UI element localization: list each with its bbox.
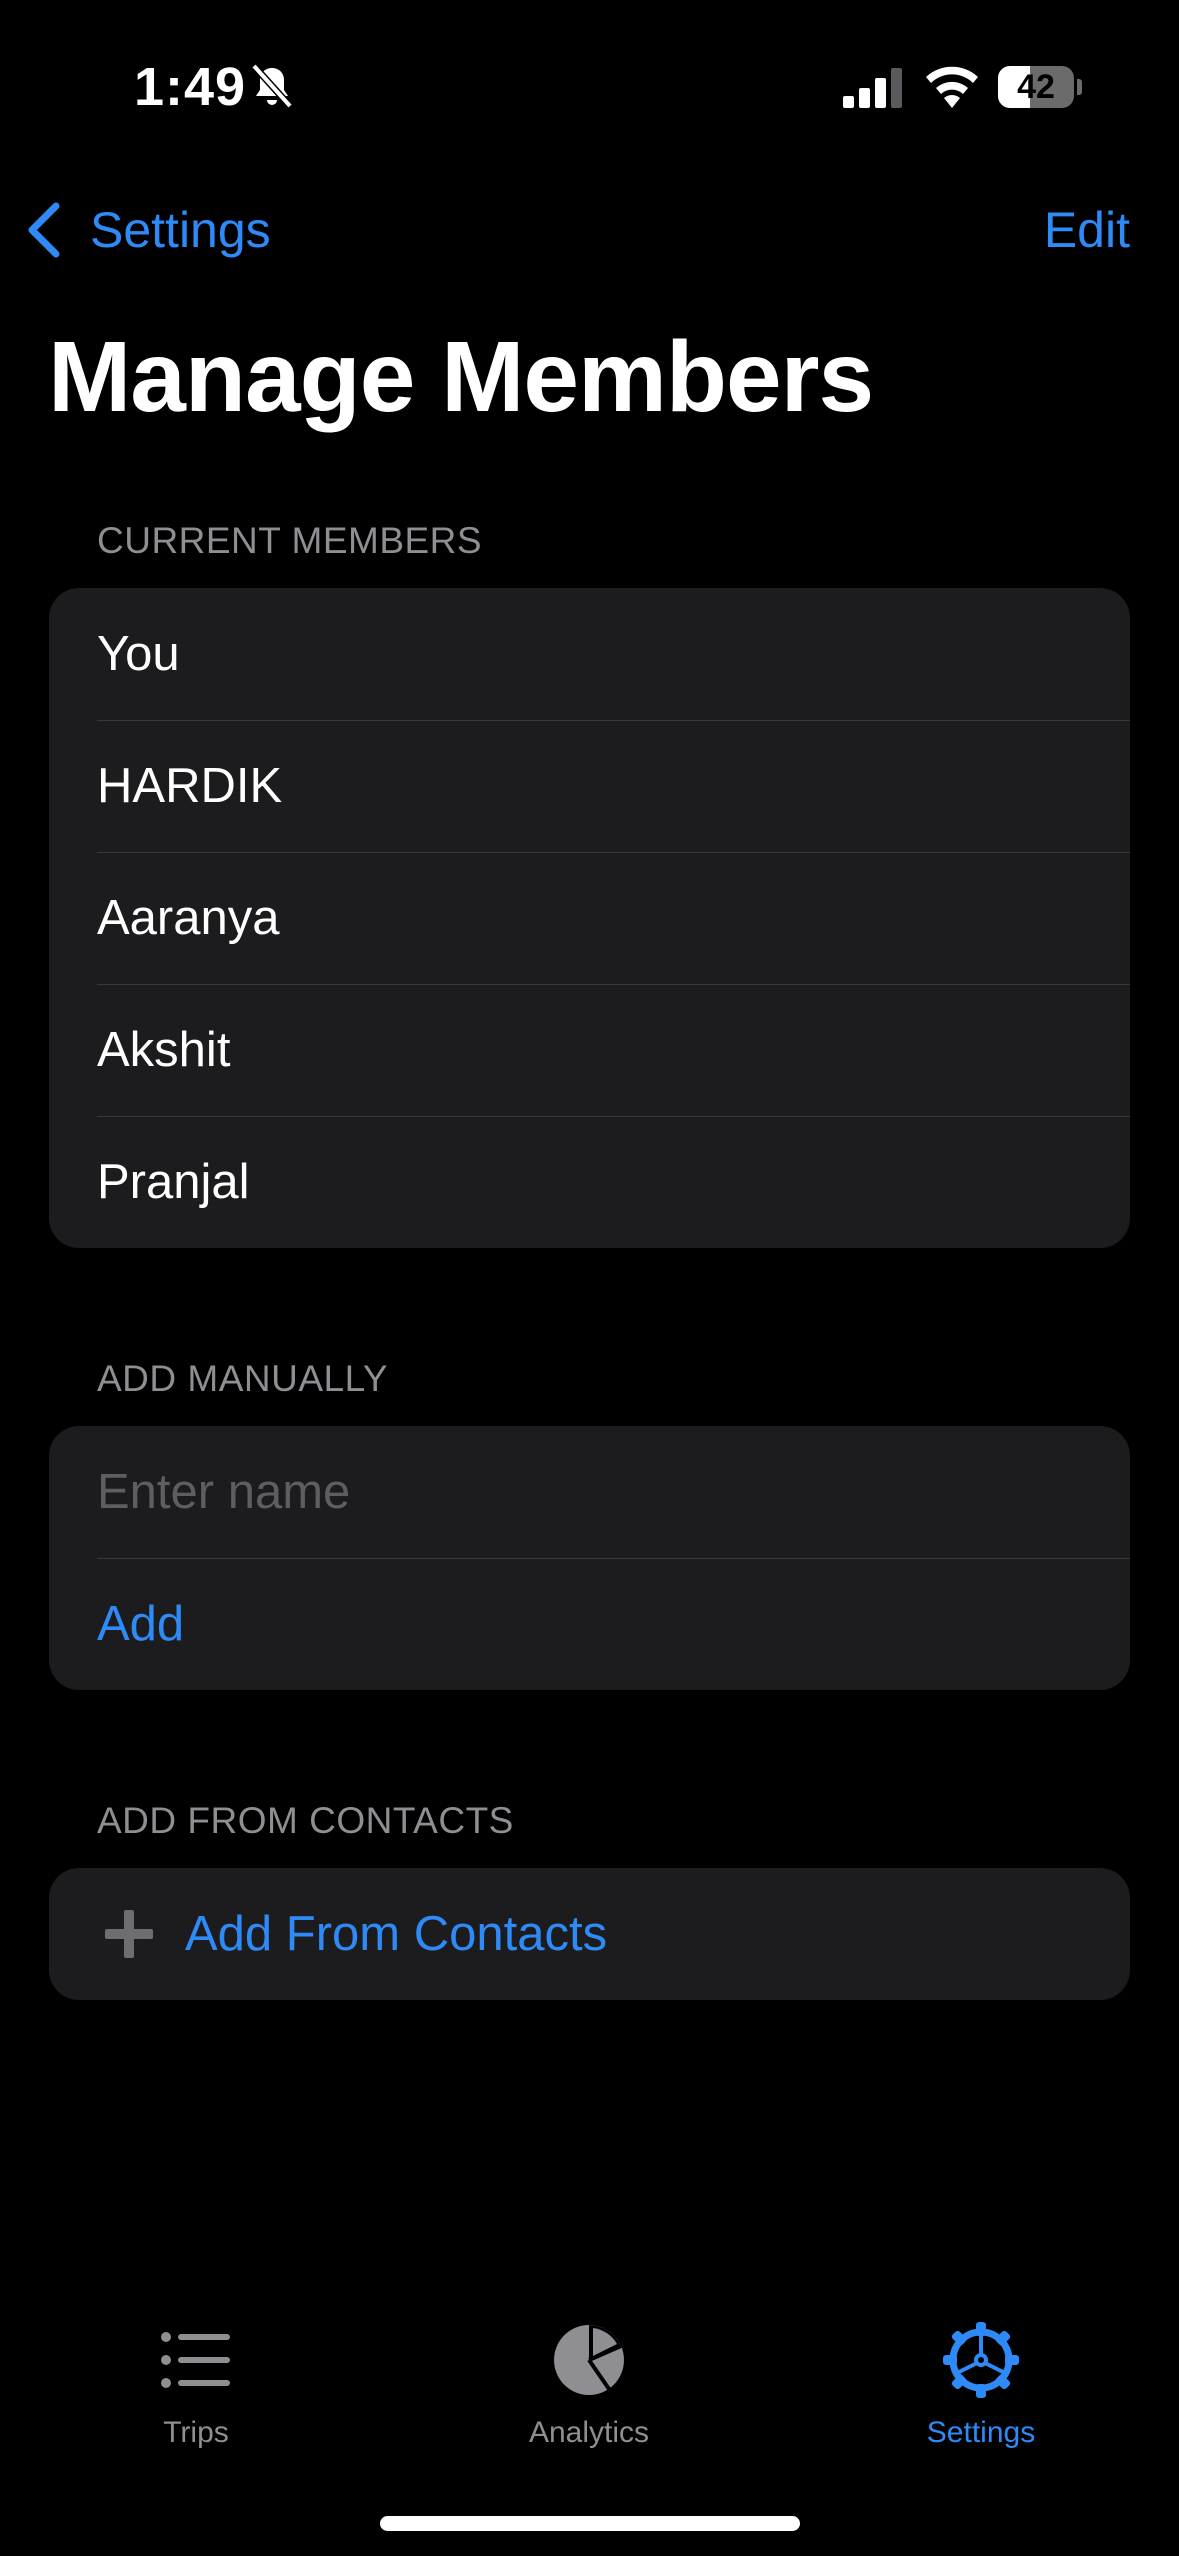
member-row[interactable]: Pranjal (49, 1116, 1130, 1248)
battery-icon: 42 (998, 66, 1082, 108)
current-members-list: You HARDIK Aaranya Akshit Pranjal (49, 588, 1130, 1248)
pie-chart-icon (554, 2325, 624, 2395)
bell-slash-icon (251, 63, 293, 109)
tab-trips-label: Trips (163, 2416, 229, 2449)
add-manually-group: Add (49, 1426, 1130, 1690)
wifi-icon (926, 66, 978, 108)
add-button[interactable]: Add (49, 1558, 1130, 1690)
battery-percentage: 42 (1017, 68, 1055, 106)
member-row[interactable]: HARDIK (49, 720, 1130, 852)
signal-icon (843, 68, 902, 108)
chevron-left-icon (28, 202, 60, 258)
tab-trips[interactable]: Trips (96, 2320, 296, 2480)
tab-settings[interactable]: Settings (881, 2320, 1081, 2480)
add-from-contacts-button[interactable]: Add From Contacts (49, 1868, 1130, 2000)
tab-analytics[interactable]: Analytics (489, 2320, 689, 2480)
list-icon (161, 2332, 230, 2388)
status-time: 1:49 (134, 57, 247, 117)
manage-members-screen: 1:49 42 Settings Edit Manage Members CUR… (0, 0, 1179, 2556)
back-button[interactable]: Settings (24, 190, 271, 270)
tab-settings-label: Settings (926, 2416, 1036, 2449)
name-input-row (49, 1426, 1130, 1558)
gear-icon (943, 2322, 1019, 2398)
status-bar: 1:49 42 (0, 0, 1179, 170)
section-header-add-from-contacts: ADD FROM CONTACTS (97, 1800, 514, 1841)
add-from-contacts-group: Add From Contacts (49, 1868, 1130, 2000)
home-indicator (380, 2516, 800, 2531)
add-from-contacts-label: Add From Contacts (185, 1907, 608, 1961)
section-header-add-manually: ADD MANUALLY (97, 1358, 389, 1399)
section-header-current-members: CURRENT MEMBERS (97, 520, 483, 561)
edit-button[interactable]: Edit (1044, 190, 1130, 270)
back-button-label: Settings (90, 202, 271, 258)
tab-analytics-label: Analytics (528, 2416, 650, 2449)
member-row[interactable]: You (49, 588, 1130, 720)
name-input[interactable] (97, 1426, 1130, 1558)
member-row[interactable]: Aaranya (49, 852, 1130, 984)
plus-icon (105, 1910, 153, 1958)
page-title: Manage Members (48, 321, 874, 433)
member-row[interactable]: Akshit (49, 984, 1130, 1116)
